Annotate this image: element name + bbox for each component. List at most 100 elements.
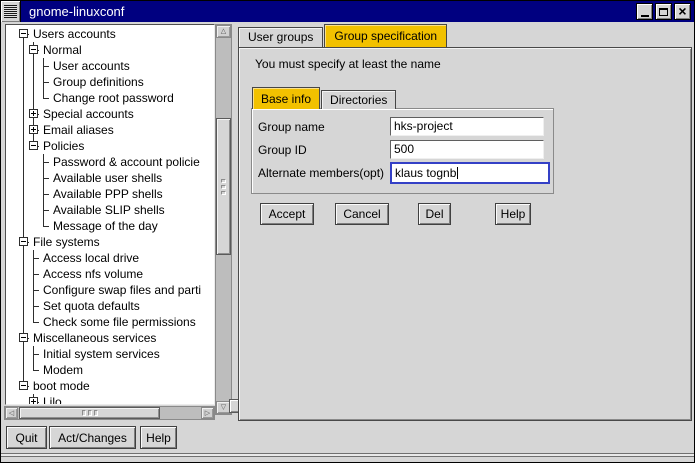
field-label: Alternate members(opt) (257, 166, 390, 180)
horizontal-scrollbar-thumb[interactable] (19, 407, 160, 419)
tree-connector (29, 298, 39, 314)
expand-icon[interactable] (29, 109, 38, 118)
act-changes-button[interactable]: Act/Changes (49, 426, 136, 449)
tree-item-file-systems[interactable]: File systems (6, 234, 214, 250)
tree-connector (29, 282, 39, 298)
del-button[interactable]: Del (418, 203, 451, 225)
tree-indent (19, 362, 29, 378)
tree-item-normal[interactable]: Normal (6, 42, 214, 58)
tree-item-set-quota-defaults[interactable]: Set quota defaults (6, 298, 214, 314)
tree-item-change-root-password[interactable]: Change root password (6, 90, 214, 106)
alternate-members-opt-input[interactable]: klaus tognb (390, 162, 550, 184)
scroll-left-arrow-icon[interactable]: ◁ (5, 407, 18, 419)
titlebar[interactable]: gnome-linuxconf × (1, 1, 694, 22)
tree-indent (19, 314, 29, 330)
collapse-icon[interactable] (19, 237, 28, 246)
tree-item-user-accounts[interactable]: User accounts (6, 58, 214, 74)
scrollbar-grip (88, 410, 92, 416)
tree-indent (19, 250, 29, 266)
scrollbar-grip (221, 191, 226, 195)
collapse-icon[interactable] (19, 333, 28, 342)
tree-item-group-definitions[interactable]: Group definitions (6, 74, 214, 90)
vertical-scrollbar-thumb[interactable] (216, 118, 231, 255)
tab-directories[interactable]: Directories (321, 90, 396, 109)
tree-item-available-slip-shells[interactable]: Available SLIP shells (6, 202, 214, 218)
tree-item-label: Modem (43, 363, 83, 377)
tree-item-check-some-file-permissions[interactable]: Check some file permissions (6, 314, 214, 330)
form-buttons: Accept Cancel Del Help (239, 203, 531, 225)
tree-connector (39, 58, 49, 74)
expand-icon[interactable] (29, 125, 38, 134)
close-button[interactable]: × (674, 3, 691, 20)
scroll-up-arrow-icon[interactable]: △ (216, 25, 231, 38)
gnome-linuxconf-window: gnome-linuxconf × Users accountsNormalUs… (0, 0, 695, 463)
tree-item-label: User accounts (53, 59, 130, 73)
cancel-button[interactable]: Cancel (335, 203, 389, 225)
tree-item-label: Email aliases (43, 123, 114, 137)
maximize-button[interactable] (655, 3, 672, 20)
tree-item-available-ppp-shells[interactable]: Available PPP shells (6, 186, 214, 202)
tree-item-policies[interactable]: Policies (6, 138, 214, 154)
tree-connector (29, 42, 39, 58)
tree-item-boot-mode[interactable]: boot mode (6, 378, 214, 394)
tree-indent (29, 218, 39, 234)
help-button[interactable]: Help (495, 203, 531, 225)
collapse-icon[interactable] (29, 45, 38, 54)
collapse-icon[interactable] (19, 29, 28, 38)
tree-item-message-of-the-day[interactable]: Message of the day (6, 218, 214, 234)
tab-base-info[interactable]: Base info (252, 87, 320, 109)
tree-item-miscellaneous-services[interactable]: Miscellaneous services (6, 330, 214, 346)
tree-indent (19, 202, 29, 218)
tree-vertical-scrollbar[interactable]: △ ▽ (215, 24, 232, 415)
config-tree-panel: Users accountsNormal User accountsGroup d… (5, 24, 215, 405)
tree-item-label: Message of the day (53, 219, 158, 233)
tree-item-label: Available user shells (53, 171, 162, 185)
base-info-frame: Group namehks-project Group ID500Alternat… (251, 108, 554, 194)
group-id-input[interactable]: 500 (390, 140, 544, 159)
tree-item-initial-system-services[interactable]: Initial system services (6, 346, 214, 362)
collapse-icon[interactable] (29, 141, 38, 150)
tab-user-groups[interactable]: User groups (238, 27, 323, 47)
tree-connector (29, 122, 39, 138)
window-menu-button[interactable] (1, 1, 21, 22)
collapse-icon[interactable] (19, 381, 28, 390)
tree-horizontal-scrollbar[interactable]: ◁ ▷ (4, 406, 215, 420)
accept-button[interactable]: Accept (260, 203, 314, 225)
tree-connector (39, 170, 49, 186)
tree-connector (39, 154, 49, 170)
tree-indent (19, 154, 29, 170)
tree-item-label: Normal (43, 43, 82, 57)
tab-group-specification[interactable]: Group specification (324, 24, 447, 47)
tree-connector (19, 330, 29, 346)
group-name-input[interactable]: hks-project (390, 117, 544, 136)
scroll-right-arrow-icon[interactable]: ▷ (201, 407, 214, 419)
tree-connector (39, 186, 49, 202)
tree-indent (29, 74, 39, 90)
close-icon: × (678, 4, 686, 18)
tree-indent (19, 298, 29, 314)
tree-item-special-accounts[interactable]: Special accounts (6, 106, 214, 122)
tree-connector (29, 346, 39, 362)
tree-item-access-nfs-volume[interactable]: Access nfs volume (6, 266, 214, 282)
tree-item-password-account-policie[interactable]: Password & account policie (6, 154, 214, 170)
help-button[interactable]: Help (140, 426, 177, 449)
field-row-group-name: Group namehks-project (257, 115, 553, 138)
tree-item-lilo[interactable]: Lilo (6, 394, 214, 405)
tree-connector (39, 90, 49, 106)
window-menu-icon (4, 5, 17, 18)
tree-item-email-aliases[interactable]: Email aliases (6, 122, 214, 138)
tree-item-configure-swap-files-and-parti[interactable]: Configure swap files and parti (6, 282, 214, 298)
tree-item-available-user-shells[interactable]: Available user shells (6, 170, 214, 186)
expand-icon[interactable] (29, 397, 38, 405)
tree-connector (29, 106, 39, 122)
tree-indent (19, 74, 29, 90)
tree-indent (29, 186, 39, 202)
tree-item-access-local-drive[interactable]: Access local drive (6, 250, 214, 266)
tree-item-label: Configure swap files and parti (43, 283, 201, 297)
tree-item-modem[interactable]: Modem (6, 362, 214, 378)
quit-button[interactable]: Quit (6, 426, 47, 449)
minimize-button[interactable] (636, 3, 653, 20)
tree-item-label: Policies (43, 139, 84, 153)
tree-item-users-accounts[interactable]: Users accounts (6, 26, 214, 42)
field-label: Group ID (257, 143, 390, 157)
